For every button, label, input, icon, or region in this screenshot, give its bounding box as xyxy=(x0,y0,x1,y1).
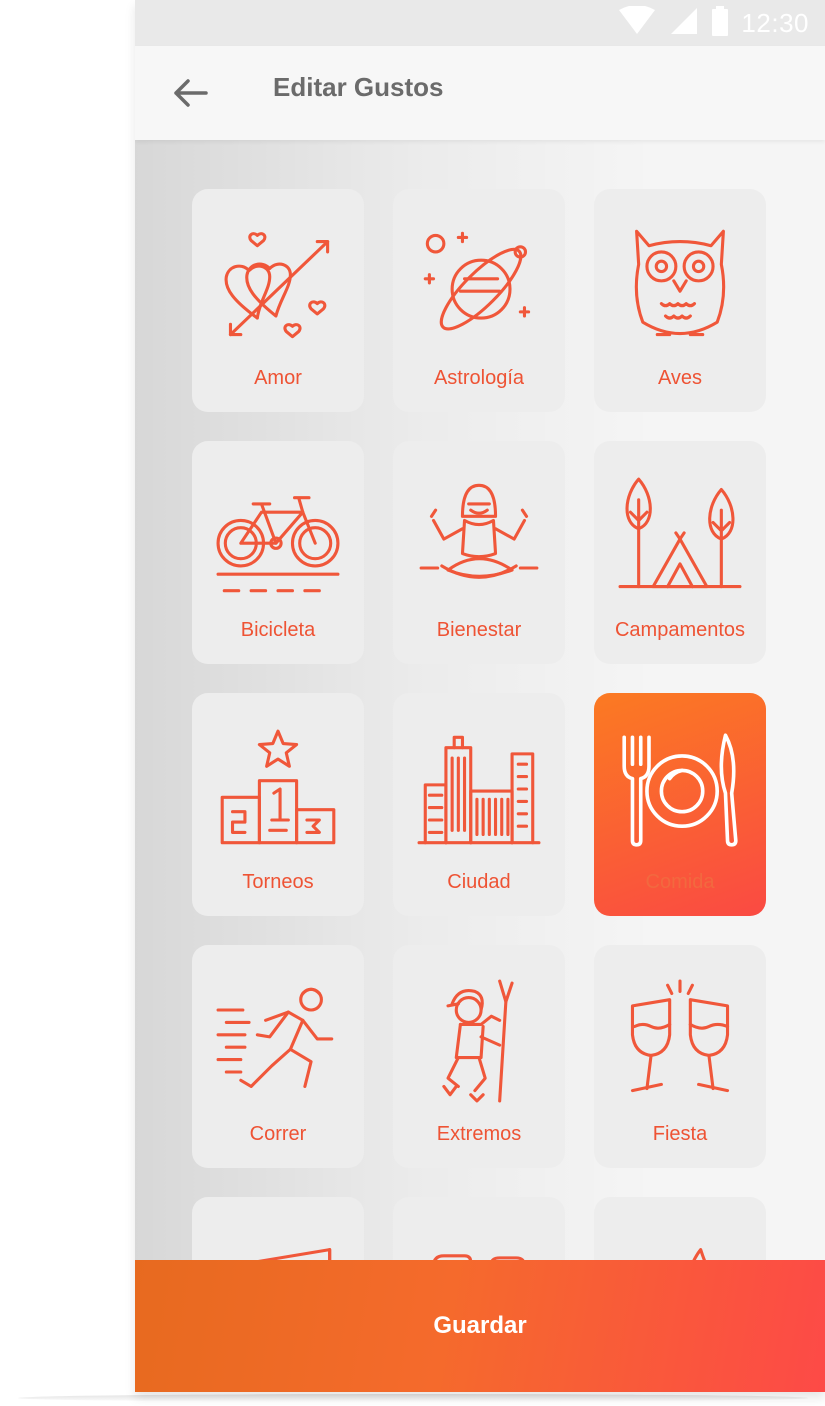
interest-label: Astrología xyxy=(433,367,525,389)
interest-label: Comida xyxy=(645,871,715,893)
interest-card-fiesta[interactable]: Fiesta xyxy=(594,945,766,1168)
interest-card-correr[interactable]: Correr xyxy=(192,945,364,1168)
meditation-icon xyxy=(419,483,539,579)
interest-card-aves[interactable]: Aves xyxy=(594,189,766,412)
interest-label: Extremos xyxy=(436,1123,522,1145)
planet-icon xyxy=(423,231,531,331)
hearts-arrow-icon xyxy=(224,232,330,339)
tent-trees-icon xyxy=(618,477,742,589)
plate-cutlery-icon xyxy=(622,733,738,847)
wifi-icon xyxy=(617,4,657,41)
save-button-label: Guardar xyxy=(433,1312,527,1339)
page-title: Editar Gustos xyxy=(273,72,444,102)
app-bar: Editar Gustos xyxy=(135,46,825,140)
city-buildings-icon xyxy=(417,735,541,845)
interest-card-amor[interactable]: Amor xyxy=(192,189,364,412)
climber-icon xyxy=(442,979,514,1103)
interest-label: Fiesta xyxy=(652,1123,708,1145)
save-button[interactable]: Guardar xyxy=(135,1260,825,1392)
interests-grid: Amor Astrología Aves Bicicleta Bienestar… xyxy=(192,189,766,1392)
signal-icon xyxy=(669,6,699,41)
interest-card-extremos[interactable]: Extremos xyxy=(393,945,565,1168)
interest-label: Correr xyxy=(249,1123,307,1145)
arrow-left-icon xyxy=(174,79,208,107)
interest-label: Bienestar xyxy=(436,619,522,641)
phone-screen: 12:30 Editar Gustos Amor Astrología Aves… xyxy=(135,0,825,1392)
bicycle-icon xyxy=(216,496,340,593)
interest-card-ciudad[interactable]: Ciudad xyxy=(393,693,565,916)
interest-label: Ciudad xyxy=(447,871,511,893)
interest-card-campamentos[interactable]: Campamentos xyxy=(594,441,766,664)
runner-icon xyxy=(216,987,334,1089)
status-time: 12:30 xyxy=(741,7,809,38)
status-bar: 12:30 xyxy=(135,0,825,46)
podium-icon xyxy=(220,729,336,845)
interest-label: Torneos xyxy=(242,871,314,893)
back-button[interactable] xyxy=(165,68,215,118)
interest-label: Aves xyxy=(657,367,703,389)
interest-card-torneos[interactable]: Torneos xyxy=(192,693,364,916)
battery-icon xyxy=(711,5,729,41)
phone-base-shadow xyxy=(18,1394,808,1402)
interest-card-comida[interactable]: Comida xyxy=(594,693,766,916)
interest-label: Amor xyxy=(254,367,302,389)
toast-glasses-icon xyxy=(630,979,730,1093)
interest-card-bicicleta[interactable]: Bicicleta xyxy=(192,441,364,664)
owl-icon xyxy=(634,229,726,337)
interest-label: Campamentos xyxy=(614,619,746,641)
interest-label: Bicicleta xyxy=(240,619,316,641)
interest-card-bienestar[interactable]: Bienestar xyxy=(393,441,565,664)
interest-card-astrologia[interactable]: Astrología xyxy=(393,189,565,412)
